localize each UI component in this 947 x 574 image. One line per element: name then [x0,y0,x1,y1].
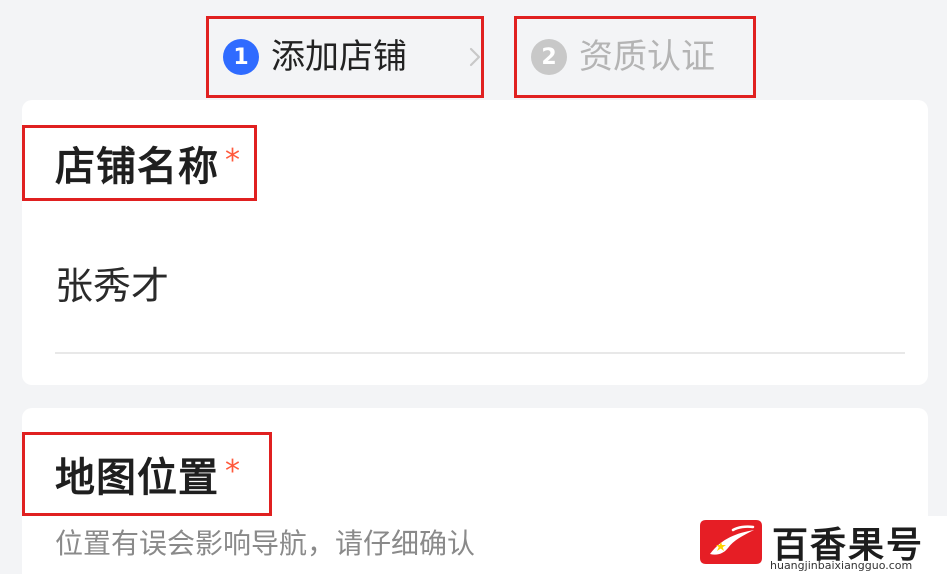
required-mark: * [225,142,240,178]
step-label: 添加店铺 [271,37,407,77]
input-divider [55,352,905,354]
field-title: 地图位置 [55,455,219,501]
field-title: 店铺名称 [55,144,219,190]
step-add-shop[interactable]: 1 添加店铺 [206,16,484,98]
step-indicator: 1 添加店铺 2 资质认证 [0,0,947,100]
map-location-label: 地图位置 * [22,432,272,516]
step-label: 资质认证 [579,37,715,77]
step-qualification[interactable]: 2 资质认证 [514,16,756,98]
watermark-icon [700,520,762,564]
chevron-right-icon [467,37,483,77]
watermark-logo: 百香果号 huangjinbaixiangguo.com [700,516,947,574]
step-number-badge: 1 [223,39,259,75]
watermark-url: huangjinbaixiangguo.com [770,559,913,572]
shop-name-label: 店铺名称 * [22,125,257,201]
required-mark: * [225,453,240,489]
map-location-hint: 位置有误会影响导航，请仔细确认 [55,527,476,560]
shop-name-input[interactable]: 张秀才 [55,255,169,310]
step-number-badge: 2 [531,39,567,75]
store-setup-page: 1 添加店铺 2 资质认证 店铺名称 * 张秀才 地图位置 * 位置有误会影响导… [0,0,947,574]
